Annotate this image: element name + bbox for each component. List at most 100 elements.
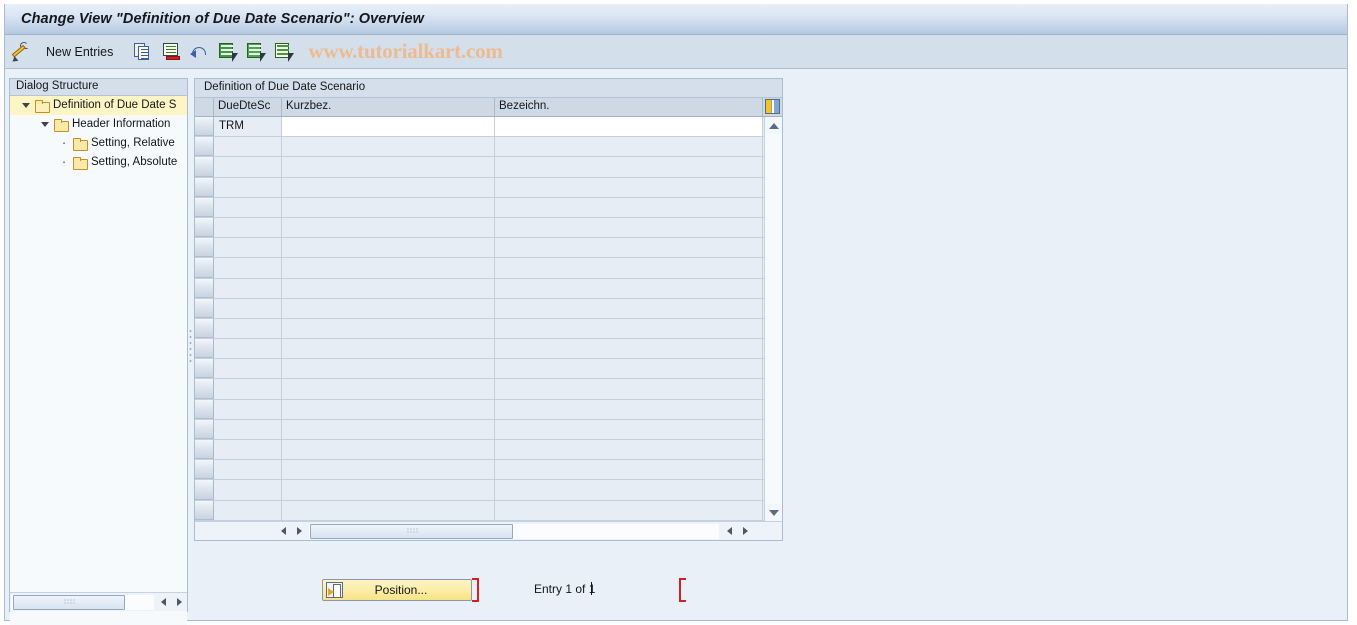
sidebar-item-definition-of-due-date-scenario[interactable]: Definition of Due Date S — [10, 96, 187, 115]
grid-horizontal-scrollbar[interactable] — [195, 521, 782, 540]
row-select-button[interactable] — [195, 157, 214, 177]
new-entries-button[interactable]: New Entries — [37, 39, 122, 65]
cell-empty[interactable] — [282, 399, 495, 419]
cell-empty[interactable] — [282, 278, 495, 298]
table-row-empty[interactable] — [195, 318, 765, 340]
cell-empty[interactable] — [495, 379, 763, 399]
cell-empty[interactable] — [214, 359, 282, 379]
row-select-button[interactable] — [195, 298, 214, 318]
row-select-button[interactable] — [195, 217, 214, 238]
grid-scroll-down-button[interactable] — [765, 504, 782, 521]
row-select-button[interactable] — [195, 197, 214, 217]
table-row-empty[interactable] — [195, 298, 765, 319]
cell-empty[interactable] — [282, 359, 495, 379]
delete-button[interactable] — [160, 39, 184, 65]
row-select-button[interactable] — [195, 339, 214, 359]
table-row-empty[interactable] — [195, 359, 765, 380]
grid-scroll-right-button-2[interactable] — [737, 524, 753, 539]
cell-empty[interactable] — [214, 379, 282, 399]
table-row-empty[interactable] — [195, 460, 765, 481]
table-row-empty[interactable] — [195, 480, 765, 501]
table-row[interactable]: TRM — [195, 117, 765, 138]
sidebar-scroll-track[interactable] — [11, 594, 154, 610]
row-select-button[interactable] — [195, 359, 214, 379]
cell-empty[interactable] — [282, 157, 495, 177]
cell-empty[interactable] — [282, 419, 495, 439]
column-header-duedtesc[interactable]: DueDteSc — [214, 98, 282, 116]
sidebar-item-setting-absolute[interactable]: · Setting, Absolute — [10, 153, 187, 172]
row-select-button[interactable] — [195, 460, 214, 480]
cell-empty[interactable] — [214, 500, 282, 520]
column-header-kurzbez[interactable]: Kurzbez. — [282, 98, 495, 116]
select-all-column-header[interactable] — [195, 98, 214, 116]
cell-empty[interactable] — [214, 399, 282, 419]
cell-empty[interactable] — [214, 298, 282, 318]
change-display-button[interactable] — [9, 39, 33, 65]
row-select-button[interactable] — [195, 399, 214, 419]
cell-empty[interactable] — [214, 460, 282, 480]
cell-empty[interactable] — [214, 258, 282, 278]
cell-empty[interactable] — [282, 177, 495, 197]
row-select-button[interactable] — [195, 500, 214, 520]
cell-empty[interactable] — [495, 399, 763, 419]
cell-empty[interactable] — [282, 500, 495, 520]
cell-empty[interactable] — [495, 197, 763, 217]
position-button[interactable]: Position... — [322, 579, 472, 601]
deselect-all-button[interactable] — [244, 39, 268, 65]
cell-empty[interactable] — [214, 440, 282, 460]
cell-empty[interactable] — [214, 157, 282, 177]
row-select-button[interactable] — [195, 258, 214, 278]
cell-empty[interactable] — [495, 480, 763, 500]
cell-empty[interactable] — [495, 137, 763, 157]
cell-empty[interactable] — [495, 238, 763, 258]
cell-empty[interactable] — [214, 238, 282, 258]
cell-empty[interactable] — [282, 217, 495, 238]
table-row-empty[interactable] — [195, 217, 765, 239]
cell-bezeichn[interactable] — [495, 117, 763, 137]
cell-empty[interactable] — [282, 480, 495, 500]
cell-empty[interactable] — [495, 500, 763, 520]
chevron-down-icon[interactable] — [22, 102, 30, 108]
sidebar-horizontal-scrollbar[interactable] — [10, 592, 187, 611]
select-all-button[interactable] — [216, 39, 240, 65]
table-row-empty[interactable] — [195, 339, 765, 360]
grid-scroll-right-button-inner[interactable] — [291, 524, 307, 539]
table-row-empty[interactable] — [195, 379, 765, 400]
cell-empty[interactable] — [495, 298, 763, 318]
cell-empty[interactable] — [495, 217, 763, 238]
table-row-empty[interactable] — [195, 419, 765, 440]
cell-empty[interactable] — [495, 339, 763, 359]
undo-button[interactable] — [188, 39, 212, 65]
grid-hscroll-track[interactable] — [309, 523, 719, 539]
select-block-button[interactable] — [272, 39, 296, 65]
table-row-empty[interactable] — [195, 278, 765, 299]
cell-empty[interactable] — [495, 258, 763, 278]
sidebar-item-setting-relative[interactable]: · Setting, Relative — [10, 134, 187, 153]
row-select-button[interactable] — [195, 440, 214, 460]
grid-scroll-left-button[interactable] — [275, 524, 291, 539]
cell-empty[interactable] — [214, 197, 282, 217]
table-row-empty[interactable] — [195, 258, 765, 279]
cell-empty[interactable] — [495, 460, 763, 480]
row-select-button[interactable] — [195, 117, 214, 137]
cell-empty[interactable] — [495, 419, 763, 439]
cell-empty[interactable] — [282, 339, 495, 359]
cell-empty[interactable] — [282, 137, 495, 157]
cell-empty[interactable] — [282, 460, 495, 480]
cell-empty[interactable] — [282, 298, 495, 318]
cell-empty[interactable] — [214, 137, 282, 157]
table-row-empty[interactable] — [195, 500, 765, 521]
table-row-empty[interactable] — [195, 238, 765, 259]
cell-empty[interactable] — [282, 440, 495, 460]
cell-empty[interactable] — [495, 440, 763, 460]
cell-empty[interactable] — [495, 157, 763, 177]
row-select-button[interactable] — [195, 177, 214, 197]
row-select-button[interactable] — [195, 318, 214, 339]
sidebar-scroll-thumb[interactable] — [13, 594, 125, 610]
table-row-empty[interactable] — [195, 399, 765, 420]
cell-kurzbez[interactable] — [282, 117, 495, 137]
table-row-empty[interactable] — [195, 177, 765, 198]
grid-vertical-scrollbar[interactable] — [764, 117, 782, 521]
table-row-empty[interactable] — [195, 157, 765, 178]
cell-empty[interactable] — [282, 197, 495, 217]
